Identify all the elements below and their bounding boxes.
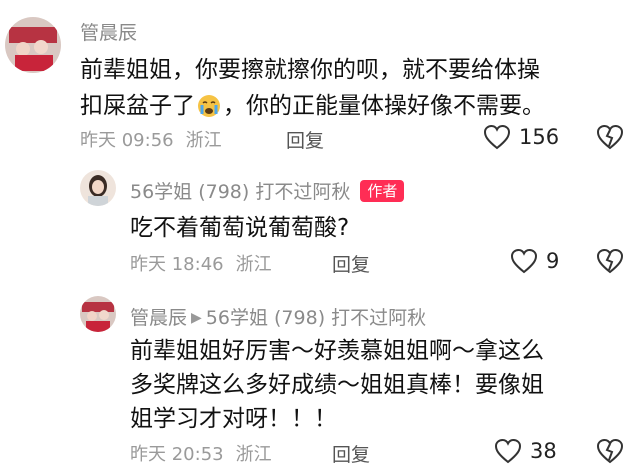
- avatar[interactable]: [80, 296, 116, 332]
- author-name: 管晨辰: [130, 307, 188, 329]
- comment-time: 昨天 18:46: [130, 254, 224, 275]
- dislike-button[interactable]: [596, 124, 624, 150]
- heart-outline-icon: [510, 248, 538, 274]
- comment-text-line: 扣屎盆子了 ，你的正能量体操好像不需要。: [80, 88, 545, 129]
- like-button[interactable]: 9: [510, 248, 559, 274]
- comment-text: 前辈姐姐好厉害～好羡慕姐姐啊～拿这么 多奖牌这么多好成绩～姐姐真棒！要像姐 姐学…: [130, 334, 544, 436]
- heart-outline-icon: [483, 124, 511, 150]
- heart-outline-icon: [494, 438, 522, 464]
- comment-author[interactable]: 管晨辰: [80, 18, 137, 45]
- avatar[interactable]: [80, 170, 116, 206]
- comment-author[interactable]: 56学姐 (798) 打不过阿秋 作者: [130, 177, 405, 204]
- reply-arrow-icon: ▶: [191, 310, 202, 326]
- comment-text-line: 多奖牌这么多好成绩～姐姐真棒！要像姐: [130, 372, 544, 398]
- comment-text-fragment: ，你的正能量体操好像不需要。: [223, 93, 545, 119]
- like-count: 9: [546, 249, 560, 273]
- like-button[interactable]: 156: [483, 124, 559, 150]
- comment-text-fragment: 扣屎盆子了: [80, 93, 195, 119]
- reply-button[interactable]: 回复: [332, 250, 370, 277]
- reply-button[interactable]: 回复: [332, 440, 370, 467]
- reply-to-name: 56学姐 (798) 打不过阿秋: [205, 307, 427, 329]
- author-badge: 作者: [360, 180, 405, 202]
- comment-text-line: 姐学习才对呀！！！: [130, 406, 337, 432]
- like-button[interactable]: 38: [494, 438, 557, 464]
- reply-button[interactable]: 回复: [286, 126, 324, 153]
- comment-meta: 昨天 20:53 浙江: [130, 440, 284, 466]
- comment-text: 吃不着葡萄说葡萄酸?: [130, 215, 350, 241]
- dislike-button[interactable]: [596, 438, 624, 464]
- comment-time: 昨天 09:56: [80, 130, 174, 151]
- comment-location: 浙江: [235, 254, 272, 275]
- author-name: 56学姐 (798) 打不过阿秋: [130, 181, 351, 203]
- comment-text-line: 前辈姐姐，你要擦就擦你的呗，就不要给体操: [80, 57, 540, 83]
- comment-meta: 昨天 18:46 浙江: [130, 250, 284, 276]
- comment-text: 前辈姐姐，你要擦就擦你的呗，就不要给体操 扣屎盆子了 ，你的正能量体操好像不需要。: [80, 52, 545, 129]
- like-count: 156: [519, 125, 560, 149]
- like-count: 38: [530, 439, 557, 463]
- broken-heart-icon: [596, 438, 624, 464]
- comment-text-line: 前辈姐姐好厉害～好羡慕姐姐啊～拿这么: [130, 338, 544, 364]
- comment-meta: 昨天 09:56 浙江: [80, 126, 234, 152]
- comment-location: 浙江: [185, 130, 222, 151]
- comment-author[interactable]: 管晨辰 ▶ 56学姐 (798) 打不过阿秋: [130, 303, 426, 330]
- crying-face-emoji: [197, 93, 221, 129]
- comment-location: 浙江: [235, 444, 272, 465]
- avatar[interactable]: [5, 17, 61, 73]
- comment-time: 昨天 20:53: [130, 444, 224, 465]
- dislike-button[interactable]: [596, 248, 624, 274]
- broken-heart-icon: [596, 124, 624, 150]
- broken-heart-icon: [596, 248, 624, 274]
